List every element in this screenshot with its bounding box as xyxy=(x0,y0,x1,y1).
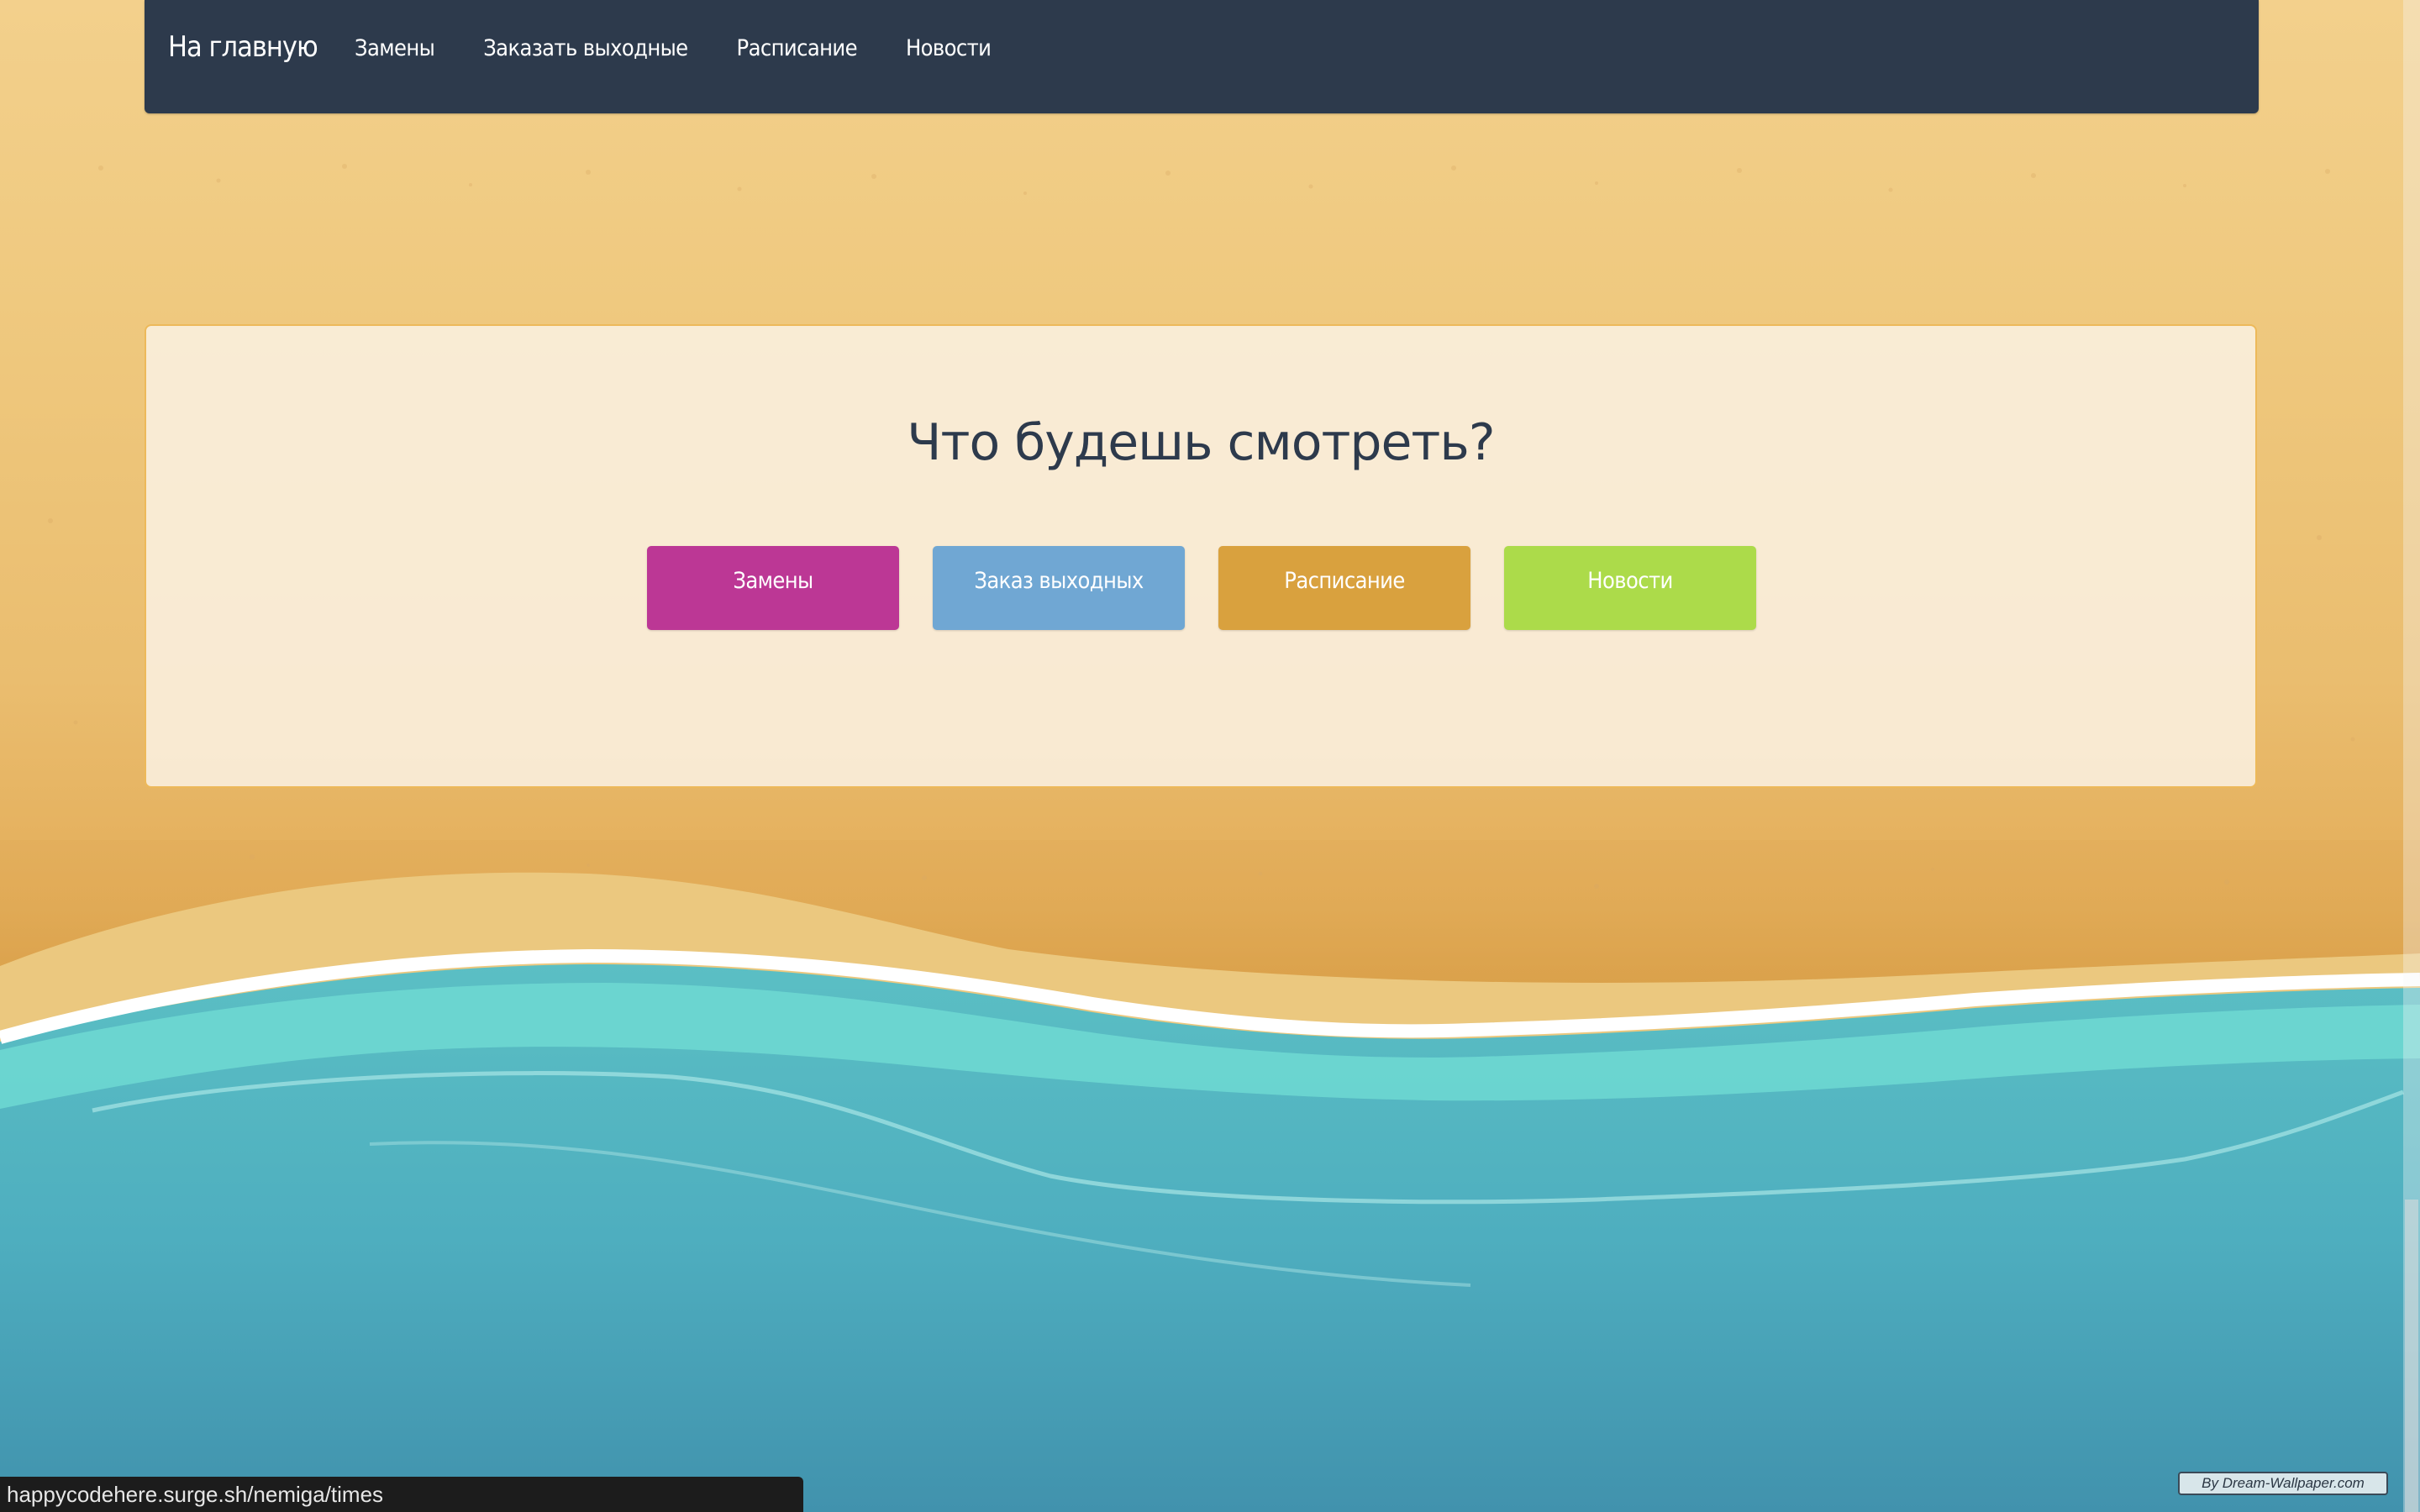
nav-link-schedule[interactable]: Расписание xyxy=(737,35,858,61)
schedule-button[interactable]: Расписание xyxy=(1218,546,1470,630)
choice-buttons: Замены Заказ выходных Расписание Новости xyxy=(647,546,1756,630)
replacements-button[interactable]: Замены xyxy=(647,546,899,630)
nav-home-link[interactable]: На главную xyxy=(168,30,318,64)
nav-link-order-days-off[interactable]: Заказать выходные xyxy=(483,35,688,61)
nav-link-replacements[interactable]: Замены xyxy=(355,35,435,61)
order-days-off-button[interactable]: Заказ выходных xyxy=(933,546,1185,630)
news-button[interactable]: Новости xyxy=(1504,546,1756,630)
page: На главную Замены Заказать выходные Расп… xyxy=(0,0,2420,1512)
top-navbar: На главную Замены Заказать выходные Расп… xyxy=(145,0,2259,113)
card-title: Что будешь смотреть? xyxy=(907,413,1495,472)
choice-card: Что будешь смотреть? Замены Заказ выходн… xyxy=(145,324,2257,788)
nav-link-news[interactable]: Новости xyxy=(906,35,992,61)
wallpaper-credit: By Dream-Wallpaper.com xyxy=(2178,1472,2388,1495)
scrollbar-thumb[interactable] xyxy=(2405,1200,2418,1512)
link-status-bar: happycodehere.surge.sh/nemiga/times xyxy=(0,1477,803,1512)
nav-links: Замены Заказать выходные Расписание Ново… xyxy=(355,35,1039,61)
